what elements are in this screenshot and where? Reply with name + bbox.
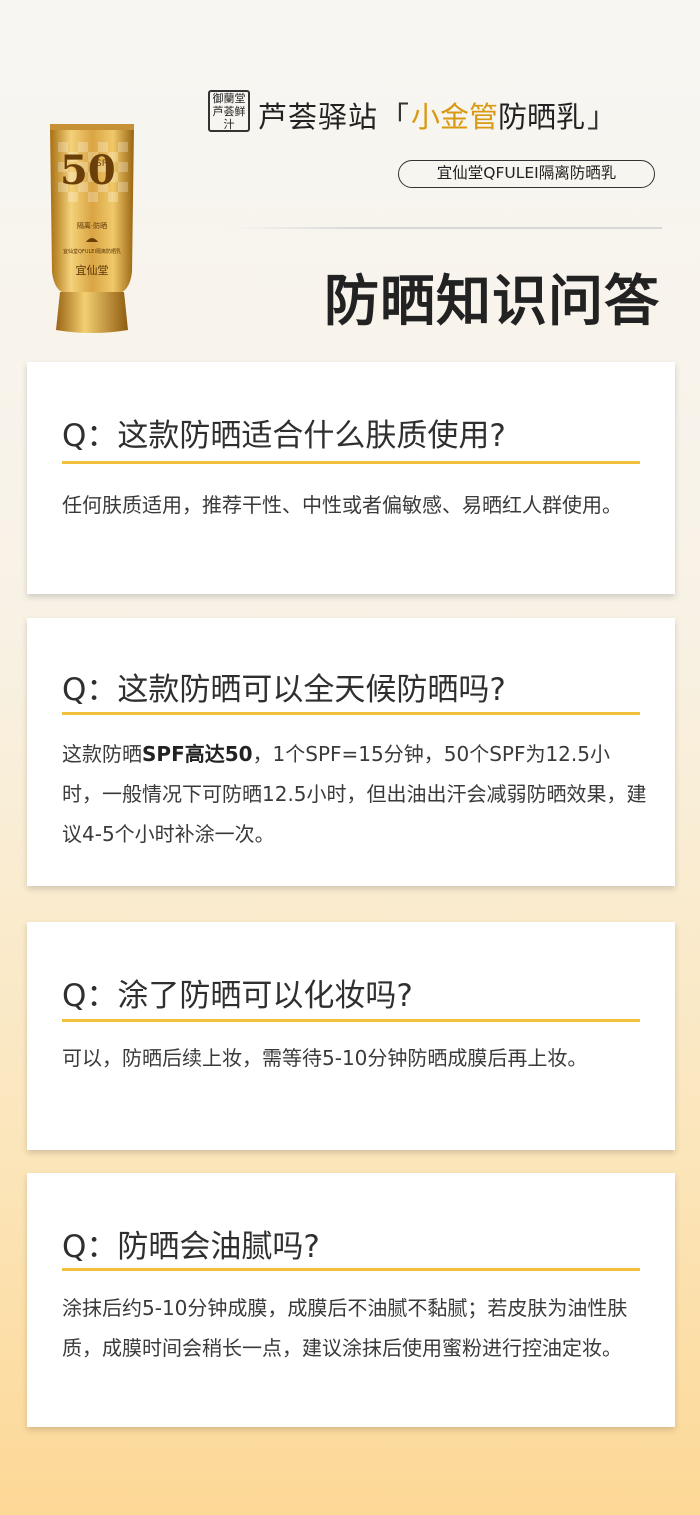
header-divider: [230, 227, 662, 229]
faq-card-2: Q：这款防晒可以全天候防晒吗? 这款防晒SPF高达50，1个SPF=15分钟，5…: [27, 618, 675, 886]
faq-answer: 任何肤质适用，推荐干性、中性或者偏敏感、易晒红人群使用。: [62, 493, 622, 517]
bracket-open: 「: [380, 100, 410, 134]
answer-text: 这款防晒: [62, 742, 142, 766]
brand-seal: 御蘭堂芦荟鲜汁: [208, 90, 250, 132]
faq-question: Q：这款防晒可以全天候防晒吗?: [62, 672, 506, 708]
tube-fine-print: 宜仙堂QFULEI隔离防晒乳: [63, 248, 121, 255]
tube-spf-label: SPF: [96, 159, 112, 169]
faq-card-4: Q：防晒会油腻吗? 涂抹后约5-10分钟成膜，成膜后不油腻不黏腻；若皮肤为油性肤…: [27, 1173, 675, 1427]
tube-logo: 宜仙堂: [76, 263, 109, 277]
faq-question: Q：防晒会油腻吗?: [62, 1229, 320, 1265]
question-underline: [62, 461, 640, 464]
answer-bold: SPF高达50: [142, 742, 253, 766]
tube-tag: 隔离·防晒: [77, 221, 107, 230]
page-title: 防晒知识问答: [323, 269, 660, 333]
bracket-close: 」: [587, 100, 617, 134]
brand-line: 芦荟驿站 「 小金管 防晒乳 」: [258, 90, 618, 140]
faq-card-3: Q：涂了防晒可以化妆吗? 可以，防晒后续上妆，需等待5-10分钟防晒成膜后再上妆…: [27, 922, 675, 1150]
product-subtitle-badge: 宜仙堂QFULEI隔离防晒乳: [398, 160, 655, 188]
faq-answer: 这款防晒SPF高达50，1个SPF=15分钟，50个SPF为12.5小时，一般情…: [62, 734, 647, 854]
faq-question: Q：这款防晒适合什么肤质使用?: [62, 418, 506, 454]
faq-answer: 可以，防晒后续上妆，需等待5-10分钟防晒成膜后再上妆。: [62, 1046, 588, 1070]
sunscreen-tube-image: 50 SPF 隔离·防晒 宜仙堂QFULEI隔离防晒乳 宜仙堂: [50, 124, 134, 333]
question-underline: [62, 1019, 640, 1022]
product-highlight: 小金管: [411, 100, 499, 134]
question-underline: [62, 1268, 640, 1271]
faq-answer: 涂抹后约5-10分钟成膜，成膜后不油腻不黏腻；若皮肤为油性肤质，成膜时间会稍长一…: [62, 1296, 628, 1360]
tube-spf-number: 50: [60, 147, 116, 194]
header: 50 SPF 隔离·防晒 宜仙堂QFULEI隔离防晒乳 宜仙堂 御蘭堂芦荟鲜汁 …: [0, 0, 700, 360]
faq-card-1: Q：这款防晒适合什么肤质使用? 任何肤质适用，推荐干性、中性或者偏敏感、易晒红人…: [27, 362, 675, 594]
product-name: 防晒乳: [498, 100, 586, 134]
question-underline: [62, 712, 640, 715]
faq-question: Q：涂了防晒可以化妆吗?: [62, 978, 413, 1014]
brand-name: 芦荟驿站: [258, 100, 379, 134]
